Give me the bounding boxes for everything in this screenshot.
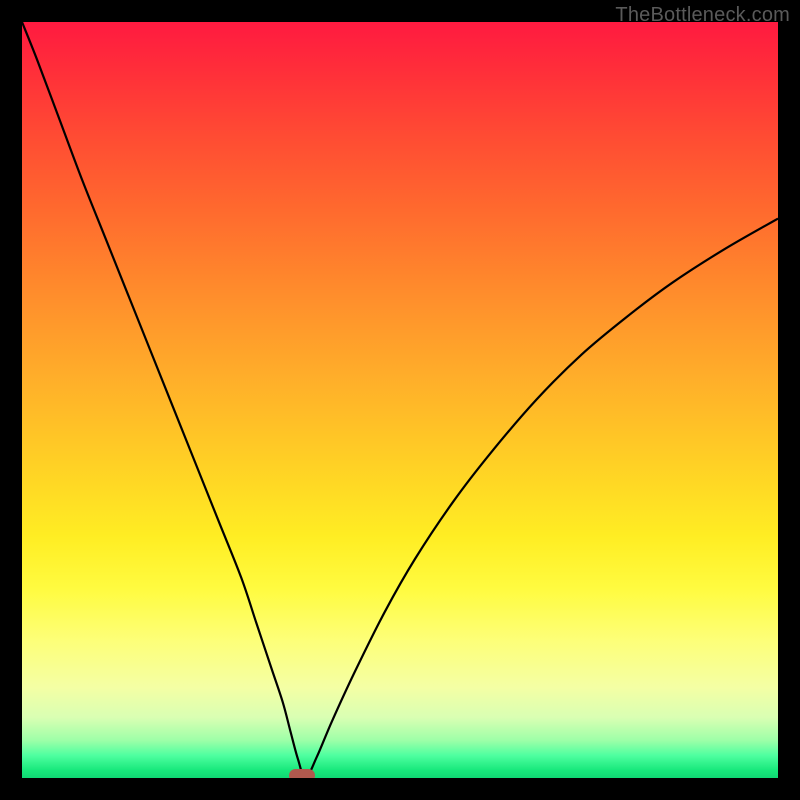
plot-area <box>22 22 778 778</box>
chart-frame: TheBottleneck.com <box>0 0 800 800</box>
bottleneck-curve <box>22 22 778 778</box>
optimal-marker <box>289 769 315 778</box>
watermark-text: TheBottleneck.com <box>615 4 790 27</box>
curve-layer <box>22 22 778 778</box>
